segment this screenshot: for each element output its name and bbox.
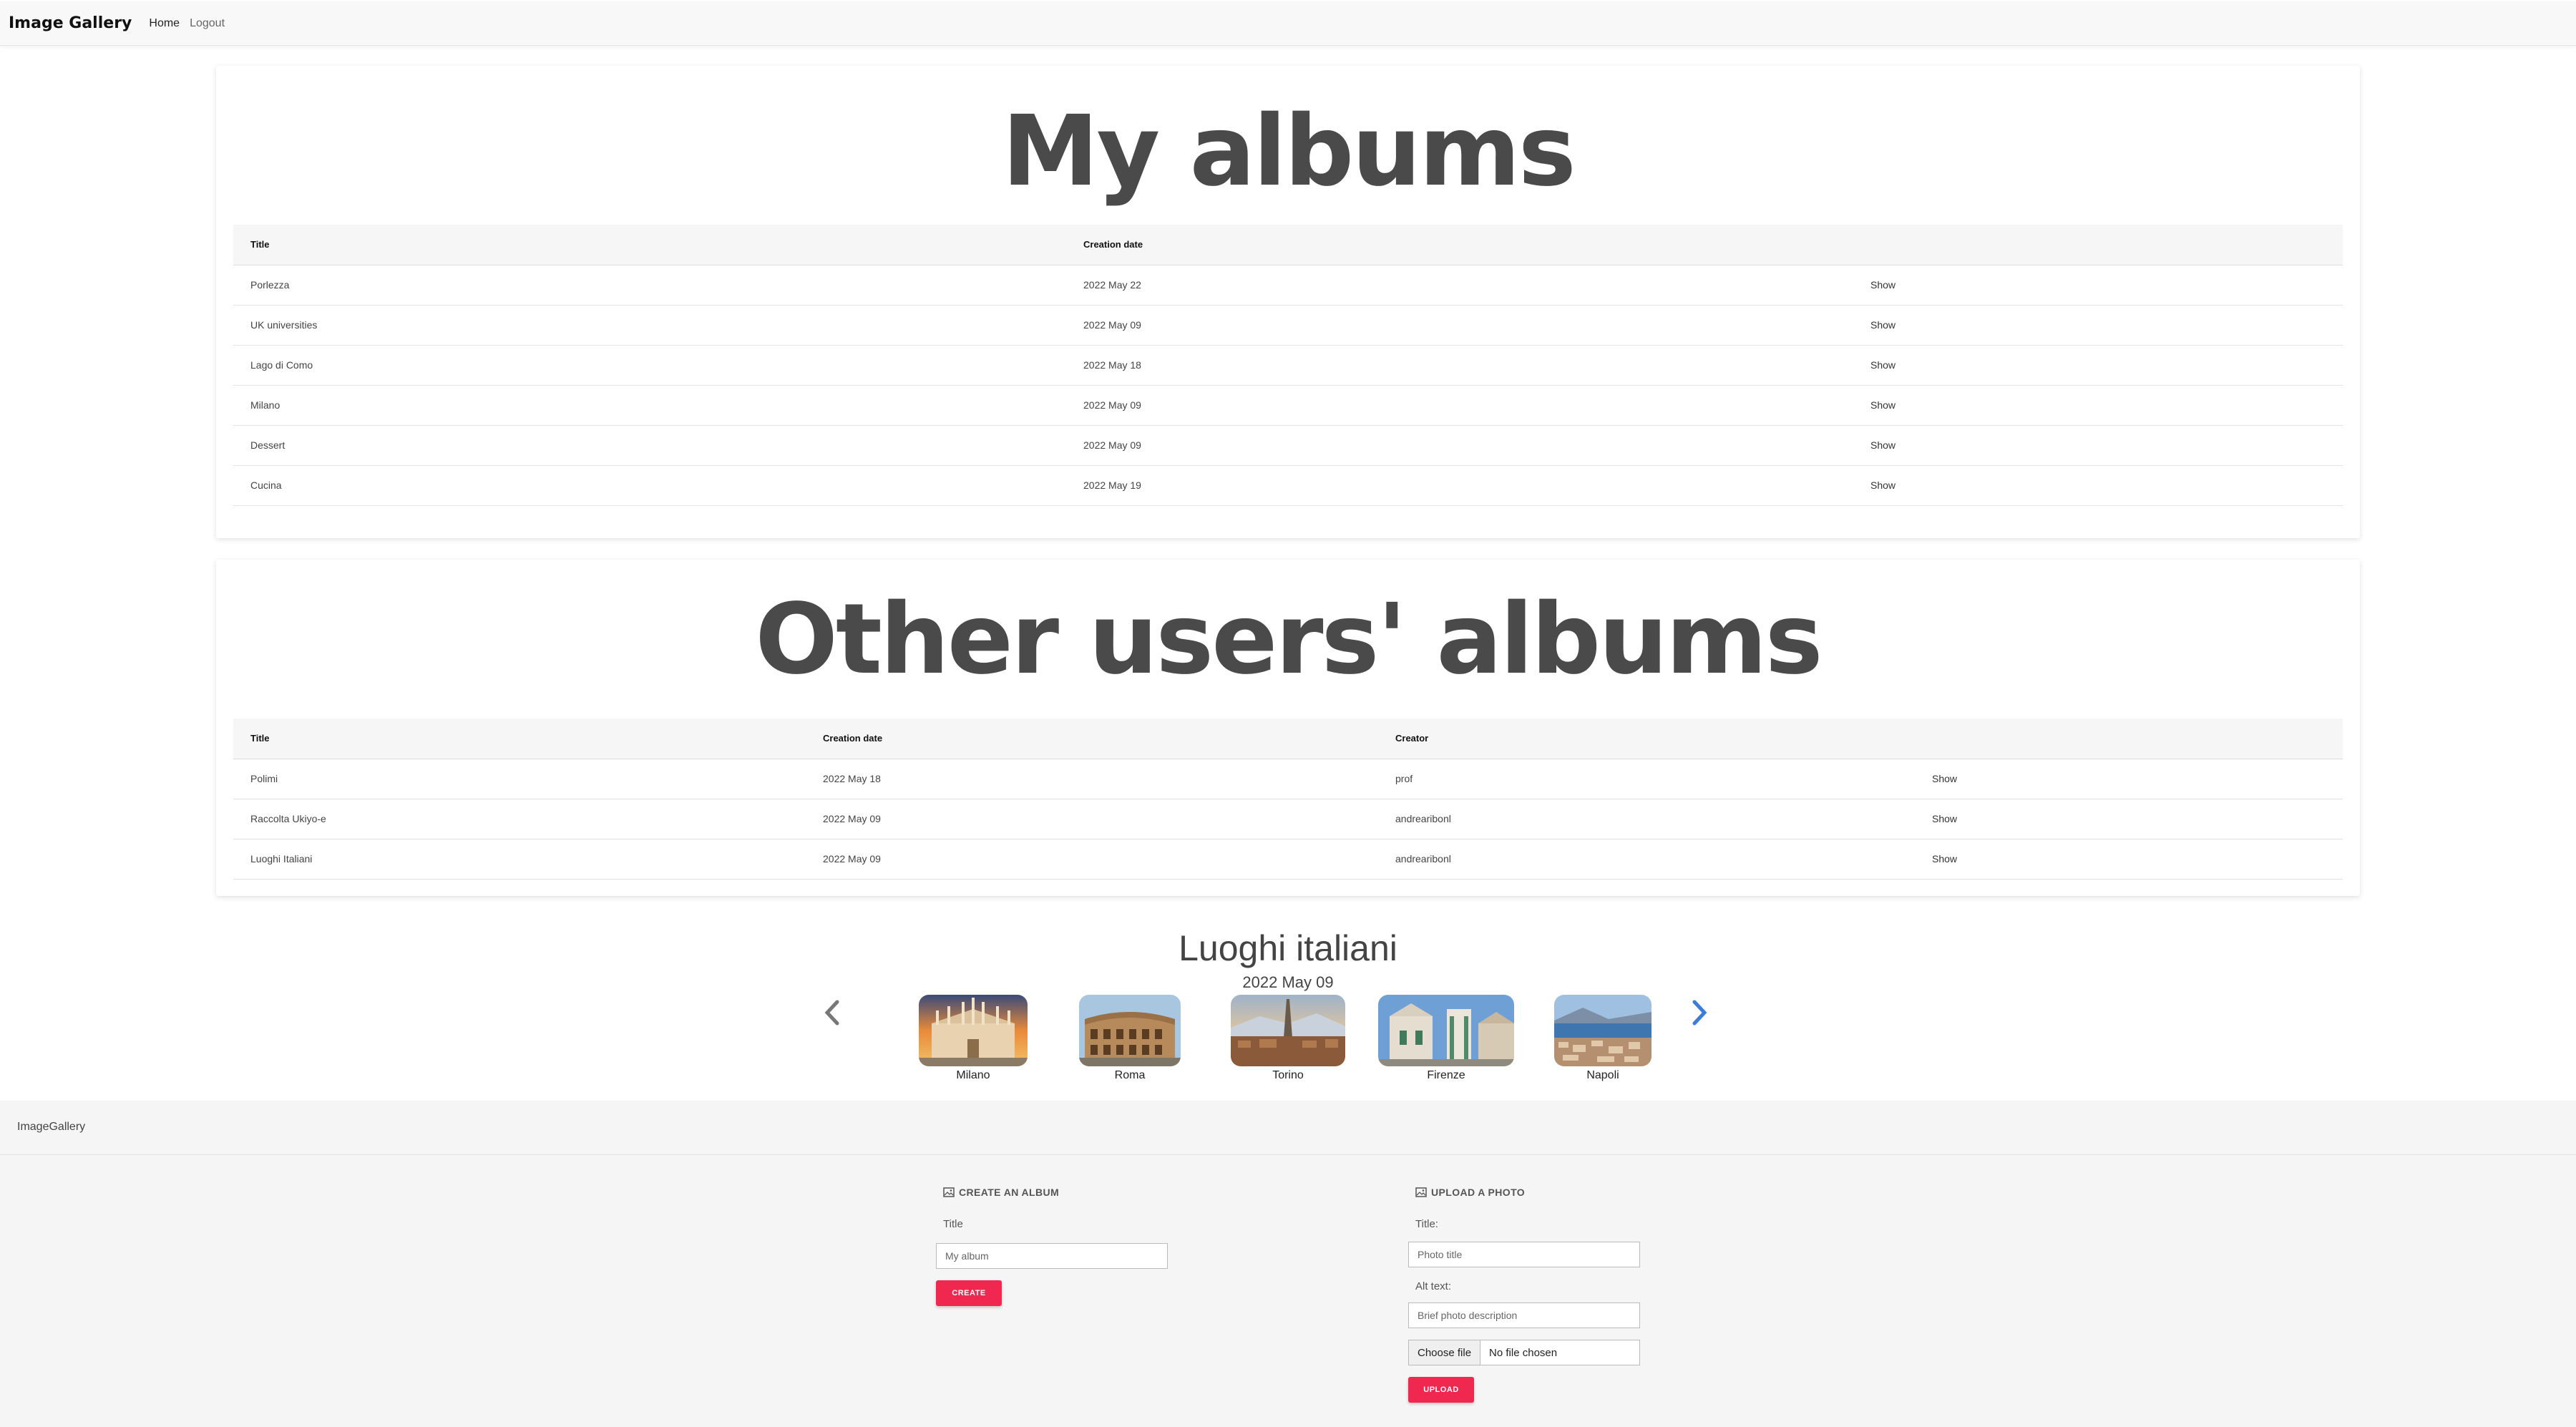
photo-napoli[interactable] <box>1554 995 1652 1066</box>
carousel-thumbnail[interactable]: Roma <box>1079 995 1181 1082</box>
column-header-action <box>1853 225 2343 266</box>
create-album-button[interactable]: CREATE <box>936 1280 1002 1306</box>
show-album-link[interactable]: Show <box>1853 425 2343 466</box>
album-title-label: Title <box>943 1218 963 1230</box>
album-title: Cucina <box>233 465 1066 506</box>
upload-photo-heading: UPLOAD A PHOTO <box>1415 1187 1640 1198</box>
photo-caption: Milano <box>956 1069 990 1081</box>
album-title: Milano <box>233 385 1066 426</box>
other-albums-title: Other users' albums <box>755 583 1823 696</box>
image-icon <box>943 1187 955 1197</box>
show-album-link[interactable]: Show <box>1853 305 2343 346</box>
show-album-link[interactable]: Show <box>1853 385 2343 426</box>
nav-home-link[interactable]: Home <box>149 17 180 30</box>
column-header-title: Title <box>233 719 806 759</box>
photo-caption: Napoli <box>1586 1069 1619 1081</box>
footer-brand: ImageGallery <box>17 1121 86 1133</box>
table-row: Milano 2022 May 09 Show <box>233 385 2343 426</box>
nav-logout-link[interactable]: Logout <box>190 17 225 30</box>
album-title: UK universities <box>233 305 1066 346</box>
album-date: 2022 May 09 <box>1066 305 1853 346</box>
show-album-link[interactable]: Show <box>1853 345 2343 386</box>
table-row: Lago di Como 2022 May 18 Show <box>233 345 2343 386</box>
album-date: 2022 May 09 <box>806 799 1378 839</box>
table-row: Dessert 2022 May 09 Show <box>233 425 2343 466</box>
album-date: 2022 May 09 <box>1066 425 1853 466</box>
photo-roma[interactable] <box>1079 995 1181 1066</box>
column-header-creator: Creator <box>1378 719 1915 759</box>
file-status: No file chosen <box>1489 1346 1558 1359</box>
my-albums-table: Title Creation date Porlezza 2022 May 22… <box>233 225 2343 506</box>
table-row: Porlezza 2022 May 22 Show <box>233 265 2343 306</box>
album-creator: prof <box>1378 759 1915 799</box>
file-input[interactable]: Choose file No file chosen <box>1408 1340 1640 1365</box>
show-album-link[interactable]: Show <box>1853 265 2343 306</box>
table-header-row: Title Creation date Creator <box>233 719 2343 759</box>
photo-firenze[interactable] <box>1378 995 1514 1066</box>
album-title: Lago di Como <box>233 345 1066 386</box>
carousel-thumbnail[interactable]: Torino <box>1231 995 1345 1082</box>
album-date: 2022 May 22 <box>1066 265 1853 306</box>
carousel-album-title: Luoghi italiani <box>1179 928 1397 968</box>
table-row: Cucina 2022 May 19 Show <box>233 465 2343 506</box>
column-header-action <box>1915 719 2343 759</box>
album-title: Luoghi Italiani <box>233 839 806 880</box>
table-header-row: Title Creation date <box>233 225 2343 266</box>
choose-file-button[interactable]: Choose file <box>1409 1340 1481 1365</box>
column-header-date: Creation date <box>1066 225 1853 266</box>
album-creator: andrearibonl <box>1378 839 1915 880</box>
photo-torino[interactable] <box>1231 995 1345 1066</box>
carousel-album-date: 2022 May 09 <box>1242 973 1334 991</box>
other-albums-table: Title Creation date Creator Polimi 2022 … <box>233 719 2343 880</box>
photo-alt-input[interactable] <box>1408 1302 1640 1328</box>
my-albums-title: My albums <box>1002 95 1576 208</box>
show-album-link[interactable]: Show <box>1853 465 2343 506</box>
album-date: 2022 May 09 <box>806 839 1378 880</box>
footer: ImageGallery CREATE AN ALBUM Title CREAT… <box>0 1101 2576 1427</box>
table-row: Luoghi Italiani 2022 May 09 andrearibonl… <box>233 839 2343 880</box>
album-date: 2022 May 18 <box>1066 345 1853 386</box>
previous-arrow-icon[interactable] <box>817 995 846 1031</box>
column-header-title: Title <box>233 225 1066 266</box>
create-album-form: CREATE AN ALBUM Title CREATE <box>936 1187 1168 1306</box>
brand-logo[interactable]: Image Gallery <box>9 14 132 32</box>
photo-caption: Torino <box>1272 1069 1304 1081</box>
table-row: Polimi 2022 May 18 prof Show <box>233 759 2343 799</box>
upload-photo-button[interactable]: UPLOAD <box>1408 1377 1474 1403</box>
album-date: 2022 May 09 <box>1066 385 1853 426</box>
photo-title-input[interactable] <box>1408 1242 1640 1267</box>
photo-milano[interactable] <box>919 995 1028 1066</box>
carousel-thumbnail[interactable]: Napoli <box>1554 995 1652 1082</box>
column-header-date: Creation date <box>806 719 1378 759</box>
photo-alt-label: Alt text: <box>1415 1280 1452 1292</box>
next-arrow-icon[interactable] <box>1686 995 1714 1031</box>
upload-photo-heading-text: UPLOAD A PHOTO <box>1431 1187 1526 1198</box>
image-icon <box>1415 1187 1427 1197</box>
album-title-input[interactable] <box>936 1243 1168 1269</box>
carousel-thumbnail[interactable]: Milano <box>919 995 1028 1082</box>
album-title: Polimi <box>233 759 806 799</box>
table-row: UK universities 2022 May 09 Show <box>233 305 2343 346</box>
carousel-thumbnail[interactable]: Firenze <box>1378 995 1514 1082</box>
navbar: Image Gallery Home Logout <box>0 1 2576 46</box>
my-albums-card: My albums Title Creation date Porlezza 2… <box>216 66 2360 538</box>
album-title: Raccolta Ukiyo-e <box>233 799 806 839</box>
other-albums-card: Other users' albums Title Creation date … <box>216 560 2360 896</box>
show-album-link[interactable]: Show <box>1915 839 2343 880</box>
album-date: 2022 May 18 <box>806 759 1378 799</box>
table-row: Raccolta Ukiyo-e 2022 May 09 andrearibon… <box>233 799 2343 839</box>
footer-bar: ImageGallery <box>0 1101 2576 1155</box>
photo-caption: Firenze <box>1427 1069 1465 1081</box>
album-creator: andrearibonl <box>1378 799 1915 839</box>
show-album-link[interactable]: Show <box>1915 759 2343 799</box>
show-album-link[interactable]: Show <box>1915 799 2343 839</box>
create-album-heading-text: CREATE AN ALBUM <box>959 1187 1060 1198</box>
upload-photo-form: UPLOAD A PHOTO Title: Alt text: Choose f… <box>1408 1187 1640 1403</box>
photo-title-label: Title: <box>1415 1218 1438 1230</box>
album-date: 2022 May 19 <box>1066 465 1853 506</box>
create-album-heading: CREATE AN ALBUM <box>943 1187 1168 1198</box>
photo-caption: Roma <box>1114 1069 1146 1081</box>
album-title: Dessert <box>233 425 1066 466</box>
album-title: Porlezza <box>233 265 1066 306</box>
